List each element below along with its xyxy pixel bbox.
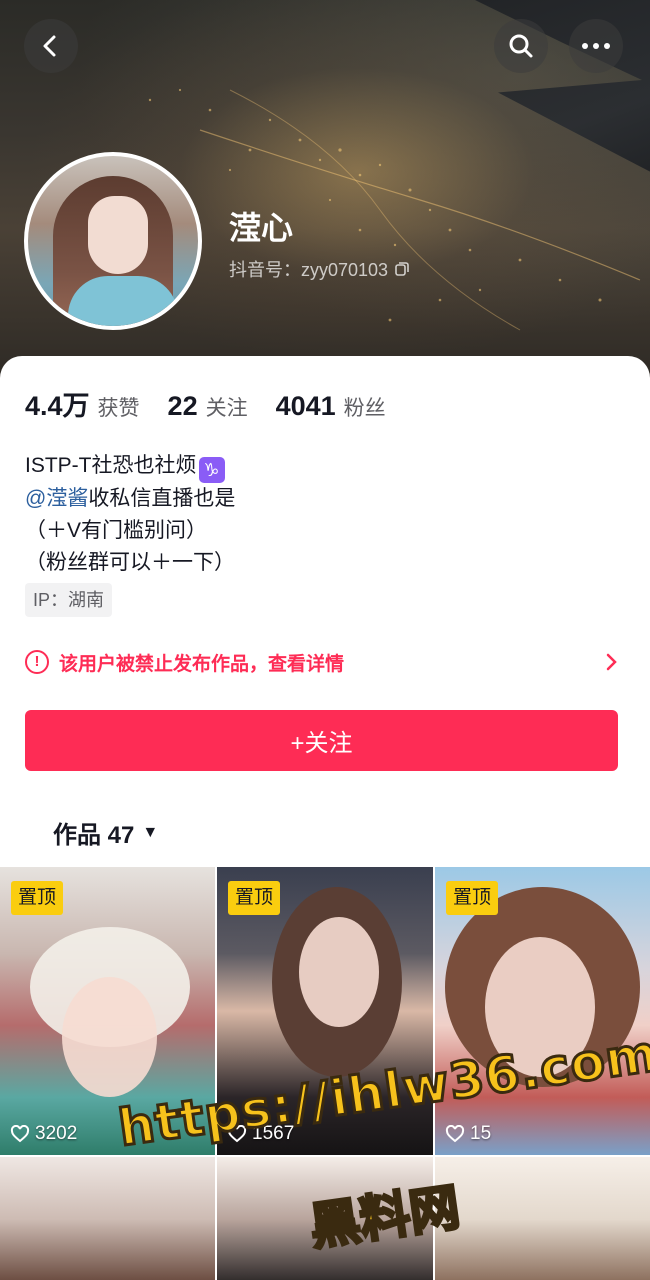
stat-followers[interactable]: 4041 粉丝 — [276, 391, 386, 422]
profile-cover: 滢心 抖音号：zyy070103 — [0, 0, 650, 380]
bio-line-2-text: 收私信直播也是 — [88, 487, 236, 510]
chevron-right-icon — [606, 653, 617, 671]
video-thumbnail[interactable]: 置顶 15 — [435, 867, 650, 1155]
follow-button[interactable]: +关注 — [25, 710, 618, 771]
heart-icon — [10, 1125, 30, 1143]
douyin-id-row[interactable]: 抖音号：zyy070103 — [229, 256, 410, 282]
stat-likes-count: 4.4万 — [25, 391, 90, 421]
search-button[interactable] — [494, 19, 548, 73]
douyin-id-text: 抖音号：zyy070103 — [229, 260, 389, 280]
avatar[interactable] — [24, 152, 202, 330]
back-button[interactable] — [24, 19, 78, 73]
like-count-value: 3202 — [35, 1123, 78, 1144]
more-dots-icon — [582, 43, 610, 49]
bio-line-1-text: ISTP-T社恐也社烦 — [25, 454, 197, 477]
pinned-badge: 置顶 — [11, 881, 64, 915]
more-options-button[interactable] — [569, 19, 623, 73]
bio-mention-link[interactable]: @滢酱 — [25, 487, 88, 510]
like-count-value: 15 — [470, 1123, 492, 1144]
stat-likes-label: 获赞 — [97, 397, 140, 420]
ban-notice-text: 该用户被禁止发布作品，查看详情 — [59, 653, 345, 675]
bio-line-4: （粉丝群可以＋一下） — [25, 551, 235, 574]
stat-following[interactable]: 22 关注 — [168, 391, 248, 422]
stats-row: 4.4万 获赞 22 关注 4041 粉丝 — [25, 384, 414, 423]
stat-following-label: 关注 — [205, 397, 248, 420]
stat-followers-count: 4041 — [275, 391, 336, 421]
search-icon — [509, 34, 533, 58]
heart-icon — [445, 1125, 465, 1143]
bio-line-2: @滢酱收私信直播也是 — [25, 483, 235, 515]
copy-icon[interactable] — [394, 261, 410, 277]
profile-bio: ISTP-T社恐也社烦 ♑ @滢酱收私信直播也是 （＋V有门槛别问） （粉丝群可以… — [25, 450, 235, 579]
caret-down-icon: ▼ — [142, 823, 159, 841]
ip-location-tag: IP：湖南 — [25, 583, 113, 617]
bio-line-1: ISTP-T社恐也社烦 ♑ — [25, 450, 235, 483]
stat-following-count: 22 — [167, 391, 198, 421]
tab-works[interactable]: 作品 47 ▼ — [53, 815, 158, 850]
ban-notice[interactable]: ! 该用户被禁止发布作品，查看详情 — [25, 646, 619, 678]
profile-name: 滢心 — [229, 210, 294, 246]
alert-icon: ! — [25, 650, 49, 674]
pinned-badge: 置顶 — [228, 881, 281, 915]
stat-likes[interactable]: 4.4万 获赞 — [25, 384, 140, 423]
tab-works-label: 作品 47 — [53, 822, 135, 849]
stat-followers-label: 粉丝 — [343, 397, 386, 420]
like-count: 3202 — [10, 1123, 77, 1145]
pinned-badge: 置顶 — [446, 881, 499, 915]
capricorn-emoji-icon: ♑ — [198, 457, 225, 483]
chevron-left-icon — [43, 35, 56, 57]
like-count: 15 — [445, 1123, 491, 1145]
video-thumbnail[interactable] — [0, 1157, 215, 1280]
bio-line-3: （＋V有门槛别问） — [25, 519, 208, 542]
video-thumbnail[interactable] — [435, 1157, 650, 1280]
